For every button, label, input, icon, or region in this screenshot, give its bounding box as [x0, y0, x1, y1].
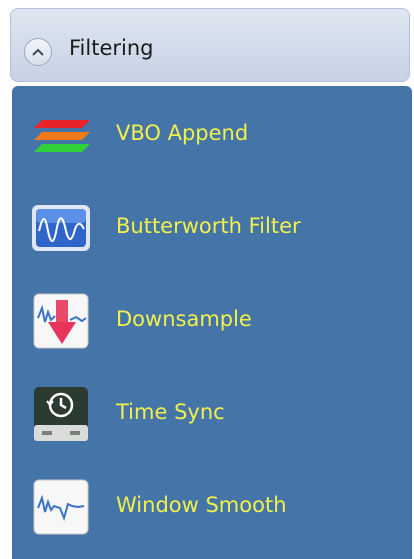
group-title: Filtering [69, 36, 154, 60]
item-label: VBO Append [116, 121, 249, 145]
filtering-group-header[interactable]: Filtering [10, 8, 410, 82]
waveform-filter-icon [32, 205, 90, 251]
list-item-butterworth-filter[interactable]: Butterworth Filter [12, 183, 412, 273]
item-label: Butterworth Filter [116, 214, 301, 238]
list-item-window-smooth[interactable]: Window Smooth [12, 462, 412, 552]
clock-history-icon [34, 387, 88, 441]
collapse-button[interactable] [24, 38, 52, 66]
chevron-up-icon [32, 48, 44, 56]
filtering-panel: Filtering VBO Append Butterworth Filter [0, 0, 414, 559]
item-label: Time Sync [116, 400, 225, 424]
smooth-waveform-icon [33, 479, 89, 535]
filter-list: VBO Append Butterworth Filter Downsample [12, 86, 412, 559]
list-item-downsample[interactable]: Downsample [12, 276, 412, 366]
item-label: Downsample [116, 307, 252, 331]
list-item-vbo-append[interactable]: VBO Append [12, 90, 412, 180]
list-item-time-sync[interactable]: Time Sync [12, 369, 412, 459]
stacked-layers-icon [34, 120, 90, 152]
downsample-arrow-icon [33, 293, 89, 349]
item-label: Window Smooth [116, 493, 287, 517]
